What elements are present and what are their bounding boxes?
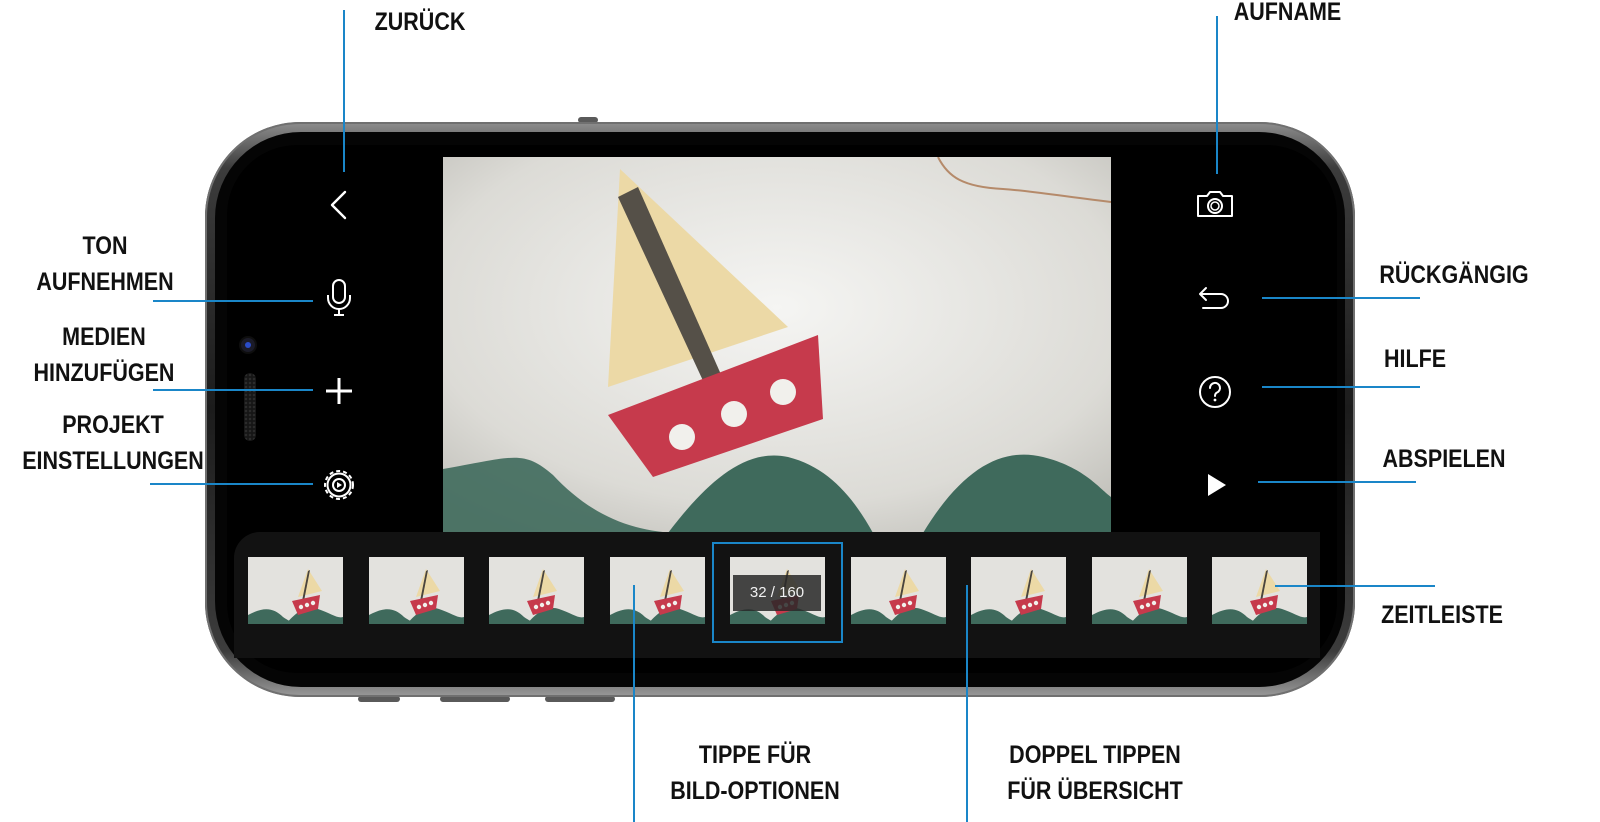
label-play: ABSPIELEN — [1382, 445, 1506, 473]
timeline-thumbnail[interactable] — [369, 557, 464, 624]
label-capture: AUFNAME — [1233, 0, 1342, 26]
front-camera — [241, 338, 255, 352]
help-icon[interactable] — [1191, 368, 1239, 416]
back-icon[interactable] — [315, 181, 363, 229]
callout-line-settings — [150, 483, 313, 485]
callout-line-capture — [1216, 16, 1218, 174]
label-record-sound: TON AUFNEHMEN — [36, 232, 174, 296]
timeline-thumbnail[interactable] — [248, 557, 343, 624]
callout-line-back — [343, 10, 345, 172]
label-undo: RÜCKGÄNGIG — [1379, 261, 1529, 289]
label-back: ZURÜCK — [374, 8, 466, 36]
undo-icon[interactable] — [1191, 274, 1239, 322]
timeline-thumbnail[interactable] — [610, 557, 705, 624]
callout-line-help — [1262, 386, 1420, 388]
settings-gear-icon[interactable] — [315, 461, 363, 509]
callout-line-doubletap — [966, 585, 968, 822]
label-double-tap: DOPPEL TIPPEN FÜR ÜBERSICHT — [1007, 741, 1183, 805]
play-icon[interactable] — [1191, 461, 1239, 509]
timeline-thumbnail[interactable] — [1212, 557, 1307, 624]
label-project-settings: PROJEKT EINSTELLUNGEN — [22, 411, 204, 475]
callout-line-play — [1258, 481, 1416, 483]
callout-line-tap — [633, 585, 635, 822]
frame-preview[interactable] — [443, 157, 1111, 533]
label-help: HILFE — [1383, 345, 1447, 373]
timeline-thumbnail[interactable] — [971, 557, 1066, 624]
earpiece-speaker — [244, 373, 256, 441]
callout-line-sound — [153, 300, 313, 302]
timeline-thumbnail[interactable] — [489, 557, 584, 624]
camera-icon[interactable] — [1191, 181, 1239, 229]
plus-icon[interactable] — [315, 367, 363, 415]
label-timeline: ZEITLEISTE — [1381, 601, 1503, 629]
label-add-media: MEDIEN HINZUFÜGEN — [33, 323, 175, 387]
frame-counter: 32 / 160 — [733, 575, 821, 611]
microphone-icon[interactable] — [315, 274, 363, 322]
callout-line-timeline — [1275, 585, 1435, 587]
label-tap-options: TIPPE FÜR BILD-OPTIONEN — [670, 741, 840, 805]
timeline-thumbnail[interactable] — [1092, 557, 1187, 624]
callout-line-undo — [1262, 297, 1420, 299]
timeline-thumbnail[interactable] — [851, 557, 946, 624]
